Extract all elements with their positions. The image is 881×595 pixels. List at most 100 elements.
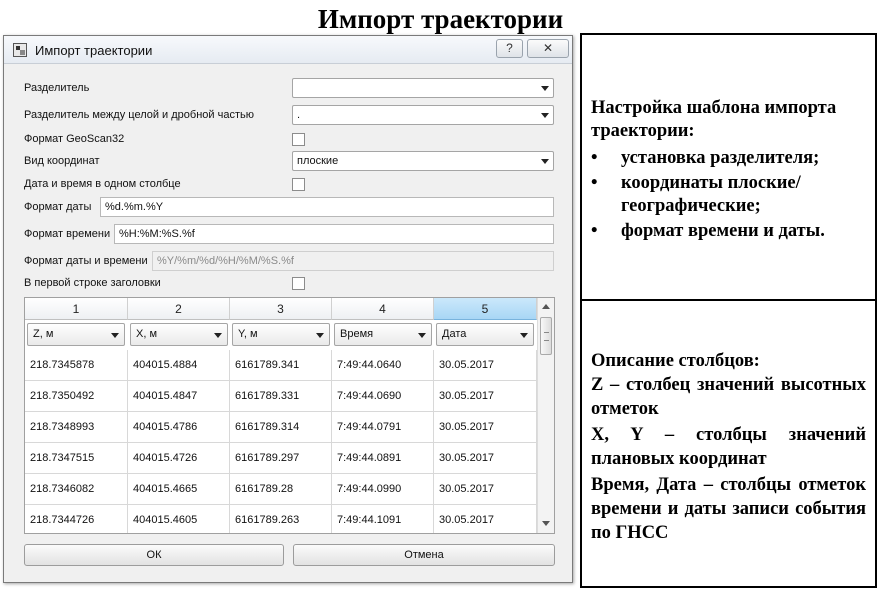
help-button[interactable]: ? [496, 39, 523, 58]
column-header-5[interactable]: 5 [434, 298, 537, 320]
table-cell: 7:49:44.1091 [332, 505, 434, 533]
cancel-button[interactable]: Отмена [293, 544, 555, 566]
panel2-time-date-description: Время, Дата – столбцы отметок времени и … [591, 475, 866, 543]
column-type-row: Z, м X, м Y, м Время Дата [25, 320, 537, 350]
column-type-label: Дата [442, 328, 467, 340]
column-header-4[interactable]: 4 [332, 298, 434, 320]
time-format-input[interactable]: %H:%M:%S.%f [114, 224, 554, 244]
chevron-down-icon [111, 333, 119, 338]
date-format-row: Формат даты %d.%m.%Y [4, 197, 572, 219]
bullet-text: формат времени и даты. [621, 221, 825, 241]
datetime-one-col-label: Дата и время в одном столбце [24, 178, 181, 190]
column-type-combo-2[interactable]: X, м [130, 323, 228, 346]
table-cell: 6161789.297 [230, 443, 332, 474]
ok-button[interactable]: ОК [24, 544, 284, 566]
chevron-down-icon [541, 86, 549, 91]
table-cell: 404015.4726 [128, 443, 230, 474]
columns-description-panel: Описание столбцов: Z – столбец значений … [580, 299, 877, 588]
import-trajectory-dialog: Импорт траектории ? ✕ Разделитель Раздел… [3, 35, 573, 583]
decimal-separator-combo[interactable]: . [292, 105, 554, 125]
dialog-title: Импорт траектории [35, 43, 153, 58]
table-cell: 30.05.2017 [434, 381, 537, 412]
date-format-label: Формат даты [24, 201, 92, 213]
slide-title: Импорт траектории [317, 4, 564, 34]
column-type-combo-5[interactable]: Дата [436, 323, 534, 346]
table-scrollbar[interactable] [537, 298, 554, 533]
time-format-row: Формат времени %H:%M:%S.%f [4, 224, 572, 246]
table-cell: 218.7350492 [25, 381, 128, 412]
table-row[interactable]: 218.7345878 404015.4884 6161789.341 7:49… [25, 350, 537, 381]
column-type-combo-4[interactable]: Время [334, 323, 432, 346]
chevron-down-icon [214, 333, 222, 338]
decimal-separator-label: Разделитель между целой и дробной частью [24, 109, 254, 121]
scroll-thumb[interactable] [540, 317, 552, 355]
geoscan-row: Формат GeoScan32 [4, 129, 572, 151]
table-row[interactable]: 218.7347515 404015.4726 6161789.297 7:49… [25, 443, 537, 474]
separator-row: Разделитель [4, 78, 572, 100]
dialog-titlebar: Импорт траектории ? ✕ [4, 36, 572, 64]
datetime-one-col-row: Дата и время в одном столбце [4, 174, 572, 196]
chevron-down-icon [316, 333, 324, 338]
table-cell: 30.05.2017 [434, 412, 537, 443]
table-cell: 218.7348993 [25, 412, 128, 443]
bullet-text: установка разделителя; [621, 148, 820, 168]
decimal-separator-row: Разделитель между целой и дробной частью… [4, 105, 572, 127]
scroll-down-icon[interactable] [542, 521, 550, 526]
table-cell: 404015.4665 [128, 474, 230, 505]
column-type-label: Время [340, 328, 374, 340]
column-header-3[interactable]: 3 [230, 298, 332, 320]
geoscan-checkbox[interactable] [292, 133, 305, 146]
coord-type-row: Вид координат плоские [4, 151, 572, 173]
table-cell: 218.7346082 [25, 474, 128, 505]
table-row[interactable]: 218.7346082 404015.4665 6161789.28 7:49:… [25, 474, 537, 505]
date-format-input[interactable]: %d.%m.%Y [100, 197, 554, 217]
panel2-z-description: Z – столбец значений высотных отметок [591, 375, 866, 419]
datetime-format-row: Формат даты и времени %Y/%m/%d/%H/%M/%S.… [4, 251, 572, 273]
table-cell: 7:49:44.0990 [332, 474, 434, 505]
table-cell: 30.05.2017 [434, 505, 537, 533]
table-cell: 404015.4847 [128, 381, 230, 412]
close-button[interactable]: ✕ [527, 39, 569, 58]
table-cell: 30.05.2017 [434, 474, 537, 505]
header-first-row-checkbox[interactable] [292, 277, 305, 290]
geoscan-label: Формат GeoScan32 [24, 133, 125, 145]
table-cell: 6161789.341 [230, 350, 332, 381]
settings-description-panel: Настройка шаблона импорта траектории: • … [580, 33, 877, 301]
table-cell: 6161789.314 [230, 412, 332, 443]
column-type-combo-3[interactable]: Y, м [232, 323, 330, 346]
separator-combo[interactable] [292, 78, 554, 98]
coord-type-label: Вид координат [24, 155, 100, 167]
column-type-label: Z, м [33, 328, 54, 340]
column-type-label: X, м [136, 328, 158, 340]
scroll-up-icon[interactable] [542, 304, 550, 309]
bullet-text: координаты плоские/географические; [621, 173, 801, 216]
panel2-heading: Описание столбцов: [591, 351, 760, 371]
table-cell: 218.7347515 [25, 443, 128, 474]
column-type-combo-1[interactable]: Z, м [27, 323, 125, 346]
datetime-one-col-checkbox[interactable] [292, 178, 305, 191]
table-row[interactable]: 218.7344726 404015.4605 6161789.263 7:49… [25, 505, 537, 533]
column-header-2[interactable]: 2 [128, 298, 230, 320]
table-cell: 6161789.331 [230, 381, 332, 412]
panel2-xy-description: X, Y – столбцы значений плановых координ… [591, 425, 866, 469]
column-number-header: 1 2 3 4 5 [25, 298, 537, 320]
bullet-icon: • [591, 221, 598, 241]
table-cell: 6161789.263 [230, 505, 332, 533]
app-icon [13, 43, 27, 57]
table-cell: 30.05.2017 [434, 443, 537, 474]
datetime-format-input[interactable]: %Y/%m/%d/%H/%M/%S.%f [152, 251, 554, 271]
column-type-label: Y, м [238, 328, 258, 340]
column-header-1[interactable]: 1 [25, 298, 128, 320]
table-cell: 30.05.2017 [434, 350, 537, 381]
chevron-down-icon [541, 113, 549, 118]
panel1-heading: Настройка шаблона импорта траектории: [591, 98, 837, 141]
table-row[interactable]: 218.7350492 404015.4847 6161789.331 7:49… [25, 381, 537, 412]
decimal-separator-value: . [297, 109, 301, 121]
table-row[interactable]: 218.7348993 404015.4786 6161789.314 7:49… [25, 412, 537, 443]
bullet-icon: • [591, 148, 598, 168]
chevron-down-icon [520, 333, 528, 338]
chevron-down-icon [418, 333, 426, 338]
header-first-row-row: В первой строке заголовки [4, 273, 572, 295]
coord-type-combo[interactable]: плоские [292, 151, 554, 171]
table-cell: 7:49:44.0640 [332, 350, 434, 381]
